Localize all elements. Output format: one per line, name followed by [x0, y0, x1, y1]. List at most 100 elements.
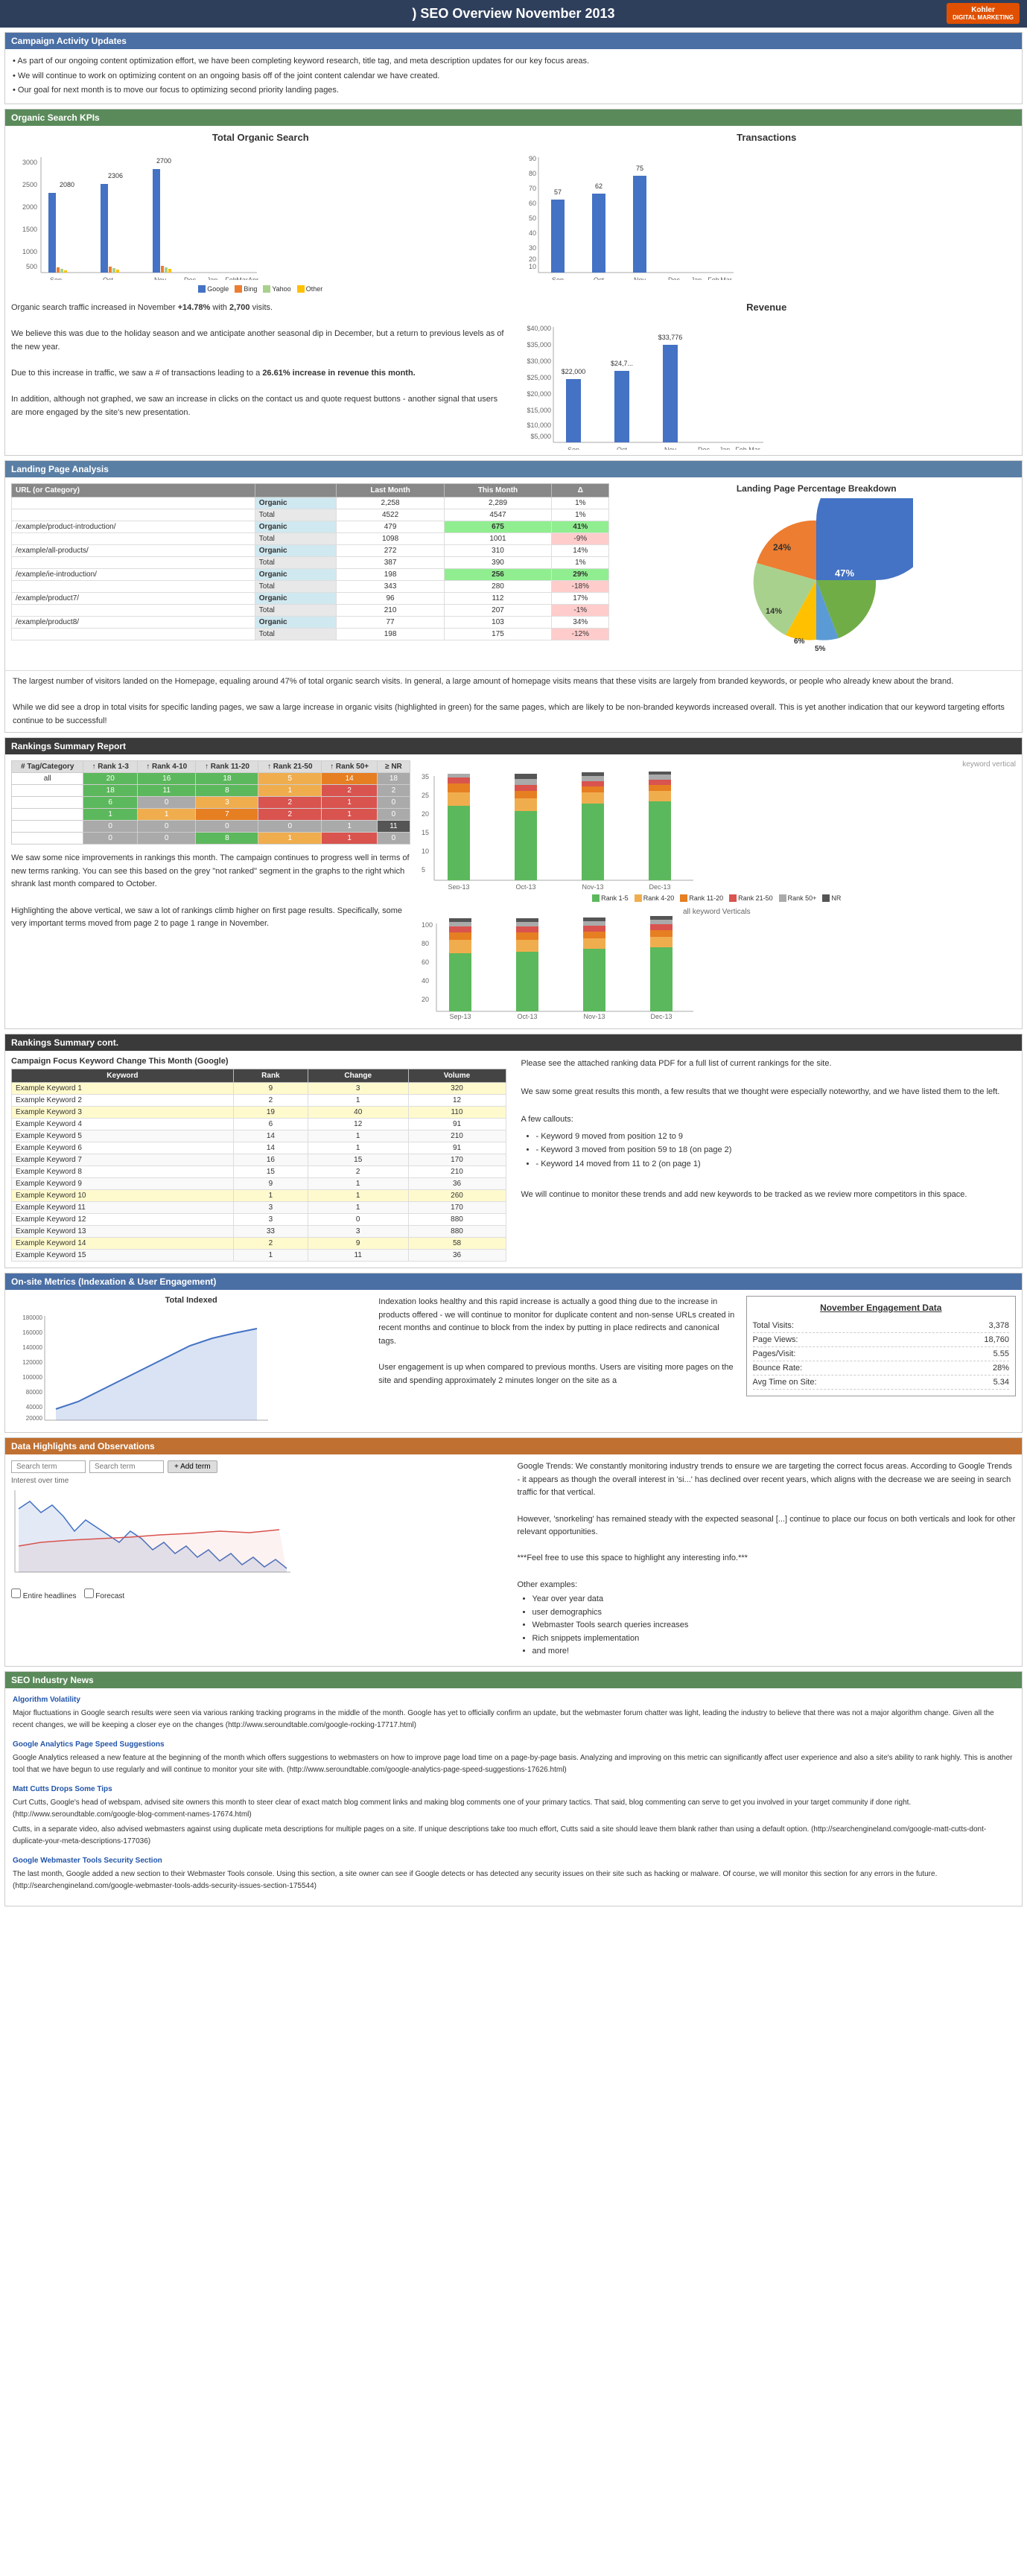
- engagement-box: November Engagement Data Total Visits:3,…: [746, 1296, 1016, 1396]
- kw-vol: 91: [408, 1142, 506, 1154]
- svg-text:500: 500: [26, 263, 37, 270]
- onsite-row: Total Indexed 180000 160000 140000 12000…: [5, 1290, 1022, 1432]
- kw-change: 40: [308, 1107, 408, 1119]
- kw-change: 1: [308, 1095, 408, 1107]
- rankings-row: # Tag/Category ↑ Rank 1-3 ↑ Rank 4-10 ↑ …: [5, 754, 1022, 1028]
- kw-name: Example Keyword 7: [12, 1154, 234, 1166]
- kw-name: Example Keyword 3: [12, 1107, 234, 1119]
- rank-1: 6: [83, 797, 137, 809]
- landing-delta: -9%: [552, 532, 609, 544]
- rank-nr: 2: [378, 785, 410, 797]
- svg-text:Feb: Feb: [735, 446, 747, 450]
- landing-delta: 1%: [552, 509, 609, 521]
- landing-type: Total: [255, 509, 337, 521]
- kw-rank: 3: [233, 1202, 308, 1214]
- forecast-checkbox[interactable]: [84, 1588, 94, 1598]
- kw-change: 1: [308, 1178, 408, 1190]
- organic-text-left: Organic search traffic increased in Nove…: [11, 302, 510, 452]
- svg-text:50: 50: [528, 214, 535, 222]
- svg-text:Apr: Apr: [248, 276, 258, 280]
- campaign-bullet-1: • As part of our ongoing content optimiz…: [13, 55, 1014, 69]
- data-highlights-left: + Add term Interest over time Entire hea…: [11, 1460, 510, 1660]
- col-type: [255, 483, 337, 497]
- highlights-ex-3: Webmaster Tools search queries increases: [532, 1619, 1017, 1632]
- onsite-text-area: Indexation looks healthy and this rapid …: [378, 1296, 738, 1426]
- seo-news-body: Algorithm Volatility Major fluctuations …: [5, 1688, 1022, 1906]
- kw-vol: 210: [408, 1130, 506, 1142]
- kw-name: Example Keyword 5: [12, 1130, 234, 1142]
- news-text: The last month, Google added a new secti…: [13, 1869, 1014, 1892]
- rankings-table: # Tag/Category ↑ Rank 1-3 ↑ Rank 4-10 ↑ …: [11, 760, 410, 845]
- transactions-chart: Transactions 90 80 70 60 50 40 30 20 10 …: [518, 132, 1017, 293]
- campaign-body: • As part of our ongoing content optimiz…: [5, 49, 1022, 104]
- engagement-label: Bounce Rate:: [753, 1364, 803, 1373]
- news-text: Curt Cutts, Google's head of webspam, ad…: [13, 1797, 1014, 1821]
- landing-this: 4547: [444, 509, 551, 521]
- all-verticals-label: all keyword Verticals: [418, 908, 1016, 916]
- legend-rank21: Rank 21-50: [729, 894, 773, 902]
- rank-21: 1: [258, 833, 322, 845]
- svg-text:Jan: Jan: [207, 276, 218, 280]
- landing-type: Organic: [255, 592, 337, 604]
- search-term-input[interactable]: [11, 1460, 86, 1473]
- charts-row-top: Total Organic Search 3000 2500 2000 1500…: [5, 126, 1022, 299]
- kw-table-title: Campaign Focus Keyword Change This Month…: [11, 1057, 506, 1066]
- rankings-top-chart: 35 25 20 15 10 5 Sep-13: [418, 770, 701, 889]
- rank-11: 8: [196, 833, 258, 845]
- rank-21: 2: [258, 797, 322, 809]
- search-term-input-2[interactable]: [89, 1460, 164, 1473]
- kw-name: Example Keyword 9: [12, 1178, 234, 1190]
- rankings-text-2: Highlighting the above vertical, we saw …: [11, 905, 410, 931]
- news-title: Matt Cutts Drops Some Tips: [13, 1784, 1014, 1796]
- legend-bing: Bing: [235, 285, 257, 293]
- entire-headlines-checkbox[interactable]: [11, 1588, 21, 1598]
- rank-11: 8: [196, 785, 258, 797]
- rank-nr: 0: [378, 797, 410, 809]
- organic-text-1: Organic search traffic increased in Nove…: [11, 302, 510, 315]
- kw-vol: 12: [408, 1095, 506, 1107]
- onsite-chart-svg: 180000 160000 140000 120000 100000 80000…: [11, 1305, 272, 1424]
- landing-type: Organic: [255, 616, 337, 628]
- rankings-text: We saw some nice improvements in ranking…: [11, 845, 410, 931]
- kw-name: Example Keyword 15: [12, 1250, 234, 1262]
- engagement-label: Pages/Visit:: [753, 1349, 796, 1358]
- news-text: Google Analytics released a new feature …: [13, 1752, 1014, 1776]
- engagement-value: 28%: [993, 1364, 1009, 1373]
- highlights-text-4: Other examples:: [518, 1579, 1017, 1592]
- forecast-label[interactable]: Forecast: [84, 1588, 125, 1600]
- kw-rank: 2: [233, 1095, 308, 1107]
- engagement-row: Total Visits:3,378: [753, 1319, 1009, 1333]
- landing-type: Organic: [255, 497, 337, 509]
- callouts-list: - Keyword 9 moved from position 12 to 9 …: [521, 1130, 1017, 1171]
- onsite-header: On-site Metrics (Indexation & User Engag…: [5, 1273, 1022, 1290]
- svg-text:Sep: Sep: [567, 446, 579, 450]
- svg-text:2000: 2000: [22, 203, 37, 211]
- logo: Kohler DIGITAL MARKETING: [947, 3, 1020, 24]
- landing-this: 175: [444, 628, 551, 640]
- landing-type: Organic: [255, 544, 337, 556]
- svg-text:47%: 47%: [835, 567, 854, 579]
- forecast-checkbox-label[interactable]: Entire headlines: [11, 1588, 77, 1600]
- svg-text:20: 20: [528, 255, 535, 263]
- landing-url: [12, 497, 255, 509]
- rank-4: 1: [137, 809, 196, 821]
- svg-text:Nov: Nov: [633, 276, 646, 280]
- kw-name: Example Keyword 6: [12, 1142, 234, 1154]
- kw-rank: 1: [233, 1250, 308, 1262]
- kw-change: 3: [308, 1083, 408, 1095]
- landing-url: [12, 580, 255, 592]
- kw-rank: 9: [233, 1178, 308, 1190]
- news-title: Google Analytics Page Speed Suggestions: [13, 1739, 1014, 1751]
- engagement-label: Avg Time on Site:: [753, 1378, 817, 1387]
- kw-col-change: Change: [308, 1069, 408, 1083]
- kw-vol: 36: [408, 1250, 506, 1262]
- landing-footnotes: The largest number of visitors landed on…: [5, 670, 1022, 732]
- add-term-button[interactable]: + Add term: [168, 1460, 217, 1473]
- rankings-legend: Rank 1-5 Rank 4-20 Rank 11-20 Rank 21-50…: [418, 894, 1016, 902]
- news-title: Google Webmaster Tools Security Section: [13, 1855, 1014, 1867]
- svg-text:Oct: Oct: [103, 276, 114, 280]
- kw-rank: 1: [233, 1190, 308, 1202]
- landing-pie-wrap: Landing Page Percentage Breakdown 47%: [617, 483, 1016, 664]
- svg-text:1500: 1500: [22, 226, 37, 233]
- legend-rank4: Rank 4-20: [635, 894, 675, 902]
